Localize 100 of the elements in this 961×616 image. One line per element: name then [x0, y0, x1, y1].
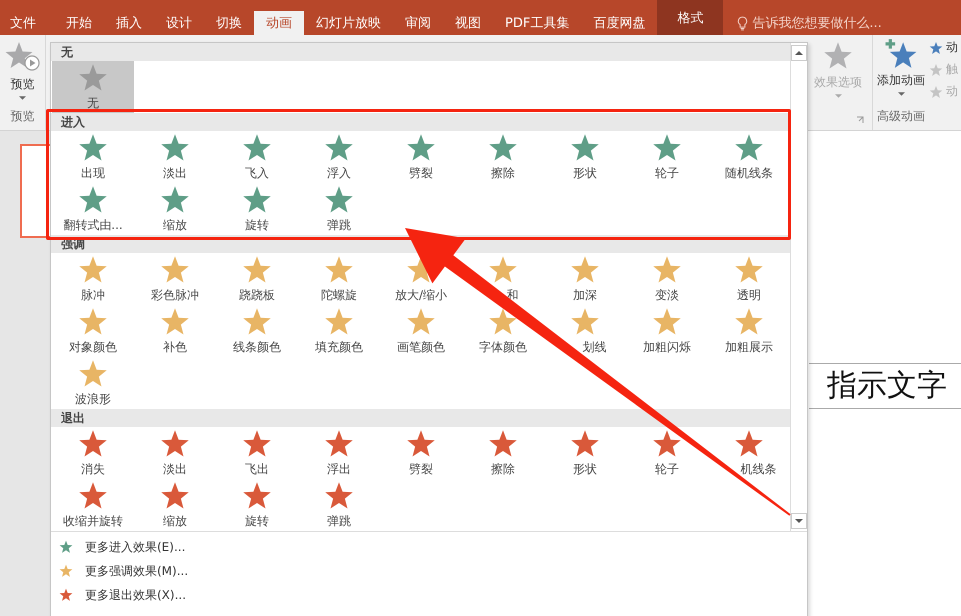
- tell-me-search[interactable]: 告诉我您想要做什么...: [752, 14, 882, 32]
- star-icon: [488, 132, 518, 162]
- effect-option[interactable]: 缩放: [134, 479, 216, 531]
- star-icon: [160, 132, 190, 162]
- effect-option[interactable]: 淡出: [134, 427, 216, 479]
- effect-option[interactable]: 无: [52, 61, 134, 113]
- ribbon-tab[interactable]: 开始: [54, 11, 104, 35]
- scroll-down-icon[interactable]: [790, 513, 806, 529]
- effect-option[interactable]: 劈裂: [380, 131, 462, 183]
- effect-option[interactable]: 加粗闪烁: [626, 305, 708, 357]
- star-icon: [324, 428, 354, 458]
- effect-option[interactable]: 透明: [708, 253, 790, 305]
- star-icon: [652, 132, 682, 162]
- star-icon: [59, 564, 73, 578]
- effect-option[interactable]: 飞出: [216, 427, 298, 479]
- star-icon: [822, 41, 854, 71]
- menu-item[interactable]: 更多退出效果(X)...: [51, 583, 186, 607]
- ribbon-command[interactable]: 动: [929, 39, 958, 56]
- star-icon: [78, 62, 108, 92]
- ribbon-tab[interactable]: 格式: [657, 0, 724, 35]
- effect-option[interactable]: 跷跷板: [216, 253, 298, 305]
- effect-option[interactable]: 画笔颜色: [380, 305, 462, 357]
- add-animation-button[interactable]: 添加动画: [877, 35, 925, 100]
- slide-text-box[interactable]: 指示文字: [809, 363, 961, 409]
- star-icon: [929, 40, 943, 54]
- star-icon: [78, 184, 108, 214]
- ribbon-tab[interactable]: 插入: [104, 11, 154, 35]
- effect-option[interactable]: 出现: [52, 131, 134, 183]
- effect-option[interactable]: 旋转: [216, 479, 298, 531]
- effect-option[interactable]: 划线: [544, 305, 626, 357]
- star-icon: [160, 480, 190, 510]
- star-icon: [160, 254, 190, 284]
- ribbon-tab[interactable]: 动画: [254, 11, 304, 35]
- star-icon: [160, 306, 190, 336]
- menu-item[interactable]: 更多强调效果(M)...: [51, 559, 188, 583]
- effect-option[interactable]: 加粗展示: [708, 305, 790, 357]
- effect-option[interactable]: 轮子: [626, 427, 708, 479]
- group-label: 预览: [10, 108, 34, 125]
- effect-option[interactable]: 线条颜色: [216, 305, 298, 357]
- effect-option[interactable]: 缩放: [134, 183, 216, 235]
- star-icon: [242, 184, 272, 214]
- star-icon: [488, 428, 518, 458]
- effect-option[interactable]: 脉冲: [52, 253, 134, 305]
- effect-option[interactable]: 消失: [52, 427, 134, 479]
- ribbon-tab[interactable]: 切换: [204, 11, 254, 35]
- star-icon: [652, 306, 682, 336]
- effect-option[interactable]: 补色: [134, 305, 216, 357]
- effect-option[interactable]: 和: [462, 253, 544, 305]
- caret-icon: [834, 94, 842, 98]
- effect-option[interactable]: 弹跳: [298, 479, 380, 531]
- effect-option[interactable]: 浮出: [298, 427, 380, 479]
- star-icon: [78, 306, 108, 336]
- section-header: 进入: [51, 113, 790, 131]
- ribbon-tab[interactable]: 审阅: [393, 11, 443, 35]
- star-plus-icon: [885, 39, 917, 69]
- ribbon-tab[interactable]: PDF工具集: [493, 11, 582, 35]
- star-icon: [570, 132, 600, 162]
- effect-option[interactable]: 加深: [544, 253, 626, 305]
- star-icon: [324, 306, 354, 336]
- effect-option[interactable]: 擦除: [462, 131, 544, 183]
- ribbon-tab[interactable]: 设计: [154, 11, 204, 35]
- effect-option[interactable]: 机线条: [708, 427, 790, 479]
- effect-option[interactable]: 浮入: [298, 131, 380, 183]
- effect-option[interactable]: 彩色脉冲: [134, 253, 216, 305]
- effect-option[interactable]: 字体颜色: [462, 305, 544, 357]
- effect-option[interactable]: 擦除: [462, 427, 544, 479]
- effect-option[interactable]: 形状: [544, 427, 626, 479]
- effect-option[interactable]: 波浪形: [52, 357, 134, 409]
- effect-option[interactable]: 翻转式由...: [52, 183, 134, 235]
- effect-option[interactable]: 收缩并旋转: [52, 479, 134, 531]
- star-icon: [488, 306, 518, 336]
- star-icon: [78, 132, 108, 162]
- scroll-up-icon[interactable]: [790, 45, 806, 61]
- effect-option[interactable]: 形状: [544, 131, 626, 183]
- effect-option[interactable]: 随机线条: [708, 131, 790, 183]
- effect-option[interactable]: 轮子: [626, 131, 708, 183]
- caret-icon: [898, 92, 904, 96]
- star-icon: [406, 306, 436, 336]
- effect-option[interactable]: 旋转: [216, 183, 298, 235]
- effect-option[interactable]: 对象颜色: [52, 305, 134, 357]
- star-icon: [406, 428, 436, 458]
- scrollbar[interactable]: [790, 43, 806, 531]
- ribbon-tab[interactable]: 文件: [2, 11, 54, 35]
- star-icon: [78, 480, 108, 510]
- effect-option[interactable]: 陀螺旋: [298, 253, 380, 305]
- star-icon: [242, 306, 272, 336]
- effect-option[interactable]: 飞入: [216, 131, 298, 183]
- star-icon: [652, 428, 682, 458]
- effect-option[interactable]: 淡出: [134, 131, 216, 183]
- ribbon-tab[interactable]: 视图: [443, 11, 493, 35]
- ribbon-tab[interactable]: 百度网盘: [581, 11, 658, 35]
- effect-option[interactable]: 弹跳: [298, 183, 380, 235]
- effect-option[interactable]: 劈裂: [380, 427, 462, 479]
- effect-option[interactable]: 变淡: [626, 253, 708, 305]
- ribbon-tab[interactable]: 幻灯片放映: [304, 11, 393, 35]
- preview-button[interactable]: 预览: [4, 35, 40, 100]
- effect-option[interactable]: 填充颜色: [298, 305, 380, 357]
- menu-item[interactable]: 更多进入效果(E)...: [51, 535, 186, 559]
- dialog-launcher-icon[interactable]: [856, 116, 864, 124]
- star-icon: [929, 62, 943, 76]
